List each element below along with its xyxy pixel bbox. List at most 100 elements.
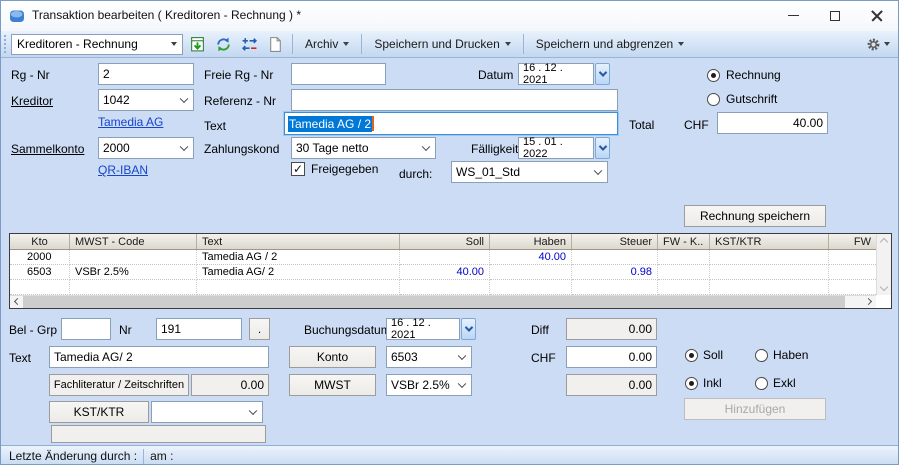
scroll-up-icon — [880, 238, 888, 246]
buchungsdatum-input[interactable]: 16 . 12 . 2021 — [386, 318, 460, 340]
freigegeben-checkbox[interactable]: ✓ — [291, 162, 305, 176]
zahlungskond-label: Zahlungskond — [204, 142, 279, 156]
settings-menu-button[interactable] — [866, 37, 898, 52]
datum-label: Datum — [478, 68, 513, 82]
text-label: Text — [204, 119, 226, 133]
mwst-select[interactable]: VSBr 2.5% — [386, 374, 472, 396]
col-haben[interactable]: Haben — [490, 234, 572, 249]
save-and-accrue-menu-button[interactable]: Speichern und abgrenzen — [529, 33, 691, 55]
text-input[interactable]: Tamedia AG / 2 — [284, 112, 618, 135]
kst-ktr-button[interactable]: KST/KTR — [49, 401, 149, 423]
col-steuer[interactable]: Steuer — [572, 234, 658, 249]
archiv-menu-button[interactable]: Archiv — [298, 33, 356, 55]
rechnung-speichern-button[interactable]: Rechnung speichern — [684, 205, 826, 227]
toolbar-grip[interactable] — [4, 35, 7, 53]
scrollbar-thumb — [23, 296, 845, 308]
haben-radio[interactable] — [755, 349, 768, 362]
durch-label: durch: — [399, 167, 432, 181]
faelligkeit-input[interactable]: 15 . 01 . 2022 — [518, 137, 594, 159]
refresh-button[interactable] — [211, 33, 235, 55]
minimize-button[interactable] — [772, 1, 814, 30]
bel-grp-label: Bel - Grp — [9, 323, 57, 337]
kreditor-name-link[interactable]: Tamedia AG — [98, 115, 163, 129]
kreditor-select[interactable]: 1042 — [98, 89, 194, 111]
durch-select[interactable]: WS_01_Std — [451, 161, 608, 183]
total-label: Total — [629, 118, 654, 132]
archiv-label: Archiv — [305, 37, 338, 51]
selected-text: Tamedia AG / 2 — [288, 116, 372, 132]
datum-input[interactable]: 16 . 12 . 2021 — [518, 63, 594, 85]
table-row[interactable]: 2000 Tamedia AG / 2 40.00 — [10, 250, 891, 265]
status-bar: Letzte Änderung durch : am : — [1, 445, 898, 465]
table-row[interactable]: 6503 VSBr 2.5% Tamedia AG/ 2 40.00 0.98 — [10, 265, 891, 280]
col-fw-k[interactable]: FW - K.. — [658, 234, 710, 249]
dot-button[interactable]: . — [249, 318, 270, 340]
col-mwst-code[interactable]: MWST - Code — [70, 234, 197, 249]
inkl-radio[interactable] — [685, 377, 698, 390]
text-bottom-input[interactable]: Tamedia AG/ 2 — [49, 346, 269, 368]
window-title: Transaktion bearbeiten ( Kreditoren - Re… — [32, 8, 301, 22]
buchungsdatum-calendar-button[interactable] — [461, 318, 476, 340]
qr-iban-link[interactable]: QR-IBAN — [98, 163, 148, 177]
save-and-print-menu-button[interactable]: Speichern und Drucken — [367, 33, 517, 55]
bel-grp-input[interactable] — [61, 318, 111, 340]
kst-ktr-description-field — [51, 425, 266, 443]
chevron-down-icon — [171, 42, 177, 46]
chevron-down-icon — [180, 95, 188, 103]
booking-lines-table: Kto MWST - Code Text Soll Haben Steuer F… — [9, 233, 892, 309]
faelligkeit-calendar-button[interactable] — [595, 137, 610, 159]
col-kst-ktr[interactable]: KST/KTR — [710, 234, 829, 249]
import-icon — [189, 36, 206, 53]
transaction-edit-window: Transaktion bearbeiten ( Kreditoren - Re… — [0, 0, 899, 465]
gutschrift-radio-label: Gutschrift — [726, 92, 777, 106]
exkl-radio[interactable] — [755, 377, 768, 390]
total-input[interactable]: 40.00 — [717, 112, 828, 134]
close-button[interactable] — [856, 1, 898, 30]
table-row-empty[interactable] — [10, 280, 891, 295]
scroll-right-icon — [865, 298, 872, 305]
faelligkeit-label: Fälligkeit — [471, 142, 518, 156]
chevron-down-icon — [458, 380, 466, 388]
transaction-type-combobox[interactable]: Kreditoren - Rechnung — [11, 34, 183, 55]
hinzufuegen-button[interactable]: Hinzufügen — [684, 398, 826, 420]
rg-nr-input[interactable]: 2 — [98, 63, 194, 85]
new-document-button[interactable] — [263, 33, 287, 55]
buchungsdatum-label: Buchungsdatum — [304, 323, 391, 337]
import-button[interactable] — [185, 33, 209, 55]
maximize-icon — [830, 11, 840, 21]
app-icon — [9, 8, 25, 24]
diff-label: Diff — [531, 323, 549, 337]
konto-select[interactable]: 6503 — [386, 346, 472, 368]
toolbar-separator — [523, 34, 524, 54]
sammelkonto-label-link[interactable]: Sammelkonto — [11, 142, 84, 156]
freie-rg-nr-label: Freie Rg - Nr — [204, 68, 273, 82]
scroll-down-icon — [880, 283, 888, 291]
new-document-icon — [267, 36, 284, 53]
kst-ktr-select[interactable] — [151, 401, 263, 423]
freie-rg-nr-input[interactable] — [291, 63, 386, 85]
col-text[interactable]: Text — [197, 234, 400, 249]
zahlungskond-select[interactable]: 30 Tage netto — [291, 137, 436, 159]
mwst-button[interactable]: MWST — [289, 374, 376, 396]
table-horizontal-scrollbar[interactable] — [10, 295, 876, 308]
soll-radio[interactable] — [685, 349, 698, 362]
chf-amount-input[interactable]: 0.00 — [566, 346, 657, 368]
col-fw[interactable]: FW — [829, 234, 876, 249]
kreditor-label-link[interactable]: Kreditor — [11, 94, 53, 108]
datum-calendar-button[interactable] — [595, 63, 610, 85]
nr-input[interactable]: 191 — [156, 318, 242, 340]
rechnung-radio-label: Rechnung — [726, 68, 781, 82]
konto-button[interactable]: Konto — [289, 346, 376, 368]
col-kto[interactable]: Kto — [10, 234, 70, 249]
am-label: am : — [150, 449, 173, 463]
col-soll[interactable]: Soll — [400, 234, 490, 249]
rechnung-radio[interactable] — [707, 69, 720, 82]
maximize-button[interactable] — [814, 1, 856, 30]
adjust-button[interactable] — [237, 33, 261, 55]
chevron-down-icon — [884, 42, 890, 46]
gutschrift-radio[interactable] — [707, 93, 720, 106]
sammelkonto-select[interactable]: 2000 — [98, 137, 194, 159]
chevron-down-icon — [343, 42, 349, 46]
table-vertical-scrollbar[interactable] — [876, 234, 891, 295]
referenz-nr-input[interactable] — [291, 89, 618, 111]
